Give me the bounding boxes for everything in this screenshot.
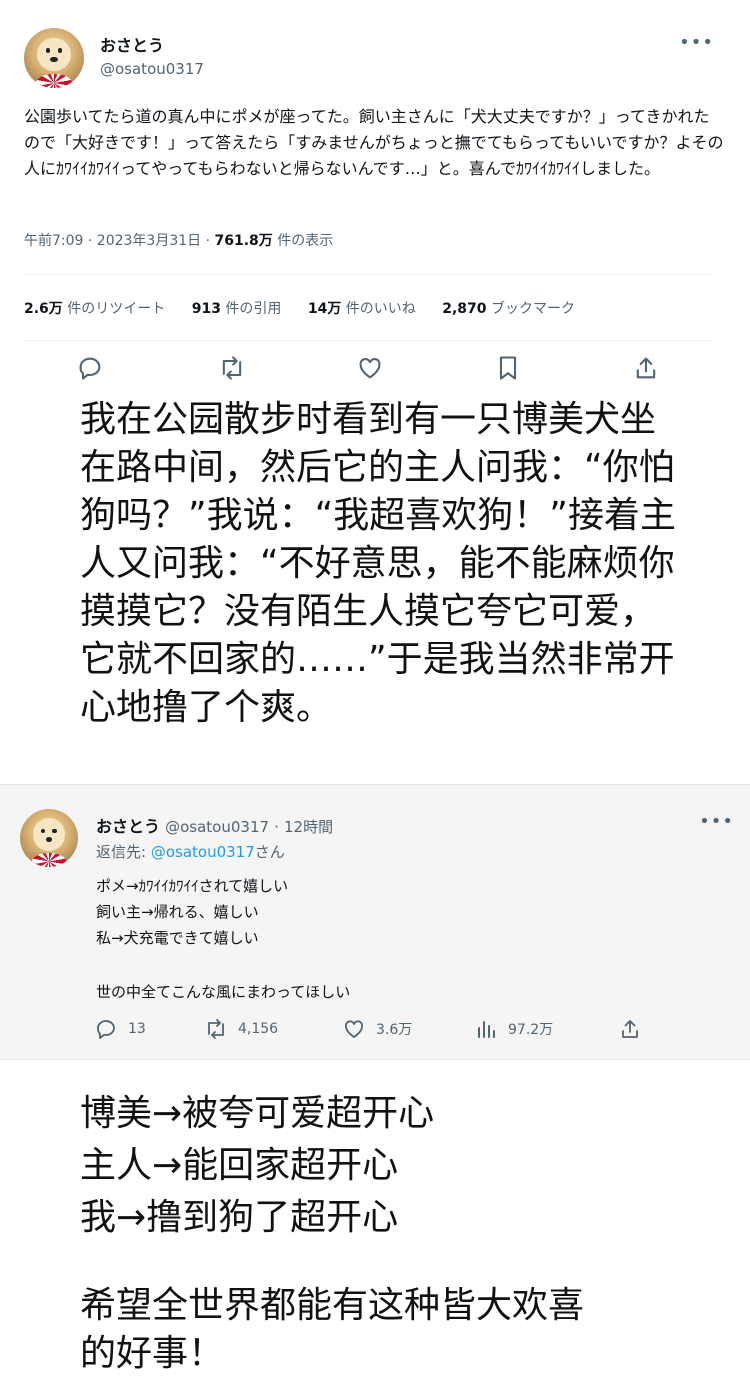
retweet-stat[interactable]: 2.6万 件のリツイート bbox=[24, 298, 165, 318]
like-icon[interactable] bbox=[356, 354, 388, 386]
like-count: 3.6万 bbox=[376, 1022, 413, 1038]
separator-dot: · bbox=[274, 818, 279, 836]
translation-line: 主人→能回家超开心 bbox=[80, 1145, 399, 1186]
translation-text: 我在公园散步时看到有一只博美犬坐在路中间，然后它的主人问我：“你怕狗吗？”我说：… bbox=[80, 399, 676, 728]
avatar[interactable] bbox=[20, 809, 78, 867]
view-label: 件の表示 bbox=[272, 233, 334, 249]
timestamp[interactable]: 午前7:09 · 2023年3月31日 · bbox=[24, 233, 215, 249]
translation-block: 博美→被夸可爱超开心 主人→能回家超开心 我→撸到狗了超开心 希望全世界都能有这… bbox=[0, 1060, 750, 1388]
reply-text-line: ポメ→ｶﾜｲｲｶﾜｲｲされて嬉しい bbox=[96, 877, 289, 895]
retweet-button[interactable]: 4,156 bbox=[204, 1017, 278, 1043]
translation-line: 希望全世界都能有这种皆大欢喜 bbox=[80, 1285, 585, 1326]
quote-stat[interactable]: 913 件の引用 bbox=[192, 298, 282, 318]
reply-count: 13 bbox=[128, 1021, 146, 1037]
author-handle[interactable]: @osatou0317 bbox=[100, 60, 204, 78]
action-bar bbox=[0, 354, 750, 386]
more-dots-icon[interactable]: ••• bbox=[679, 32, 714, 53]
share-button[interactable] bbox=[618, 1017, 642, 1043]
reply-tweet: おさとう @osatou0317 · 12時間 ••• 返信先: @osatou… bbox=[0, 784, 750, 1060]
reply-button[interactable]: 13 bbox=[94, 1017, 146, 1043]
retweet-icon[interactable] bbox=[218, 354, 250, 386]
reply-header: おさとう @osatou0317 · 12時間 bbox=[96, 813, 333, 837]
reply-text-line: 飼い主→帰れる、嬉しい bbox=[96, 903, 259, 921]
view-count: 97.2万 bbox=[508, 1022, 554, 1038]
avatar[interactable] bbox=[24, 28, 84, 88]
reply-text-line: 私→犬充電できて嬉しい bbox=[96, 929, 259, 947]
author-handle[interactable]: @osatou0317 bbox=[165, 818, 269, 836]
bookmark-icon[interactable] bbox=[494, 354, 526, 386]
like-icon bbox=[345, 1020, 363, 1038]
reply-icon[interactable] bbox=[76, 354, 108, 386]
original-tweet: おさとう @osatou0317 ••• 公園歩いてたら道の真ん中にポメが座って… bbox=[0, 0, 750, 392]
author-name[interactable]: おさとう bbox=[100, 32, 164, 56]
analytics-icon bbox=[478, 1021, 495, 1038]
share-icon[interactable] bbox=[632, 354, 664, 386]
reply-text-line: 世の中全てこんな風にまわってほしい bbox=[96, 983, 351, 1001]
mention-link[interactable]: @osatou0317 bbox=[151, 843, 255, 861]
more-dots-icon[interactable]: ••• bbox=[699, 811, 734, 832]
views-button[interactable]: 97.2万 bbox=[474, 1017, 553, 1043]
translation-block: 我在公园散步时看到有一只博美犬坐在路中间，然后它的主人问我：“你怕狗吗？”我说：… bbox=[0, 392, 750, 784]
retweet-count: 4,156 bbox=[238, 1021, 279, 1037]
divider bbox=[24, 274, 714, 275]
translation-line: 的好事！ bbox=[80, 1333, 225, 1374]
replying-to: 返信先: @osatou0317さん bbox=[96, 843, 285, 861]
retweet-icon bbox=[208, 1019, 224, 1039]
tweet-text: 公園歩いてたら道の真ん中にポメが座ってた。飼い主さんに「犬大丈夫ですか？」ってき… bbox=[24, 107, 724, 178]
bookmark-stat[interactable]: 2,870 ブックマーク bbox=[442, 298, 575, 318]
like-stat[interactable]: 14万 件のいいね bbox=[308, 298, 416, 318]
translation-line: 博美→被夸可爱超开心 bbox=[80, 1093, 435, 1134]
timestamp[interactable]: 12時間 bbox=[284, 818, 333, 836]
share-icon bbox=[622, 1020, 638, 1038]
engagement-stats: 2.6万 件のリツイート 913 件の引用 14万 件のいいね 2,870 ブッ… bbox=[24, 298, 597, 318]
like-button[interactable]: 3.6万 bbox=[342, 1017, 412, 1043]
reply-icon bbox=[97, 1020, 115, 1039]
view-count: 761.8万 bbox=[214, 233, 273, 249]
translation-line: 我→撸到狗了超开心 bbox=[80, 1197, 399, 1238]
tweet-meta: 午前7:09 · 2023年3月31日 · 761.8万 件の表示 bbox=[24, 230, 333, 250]
divider bbox=[24, 340, 714, 341]
author-name[interactable]: おさとう bbox=[96, 817, 160, 836]
